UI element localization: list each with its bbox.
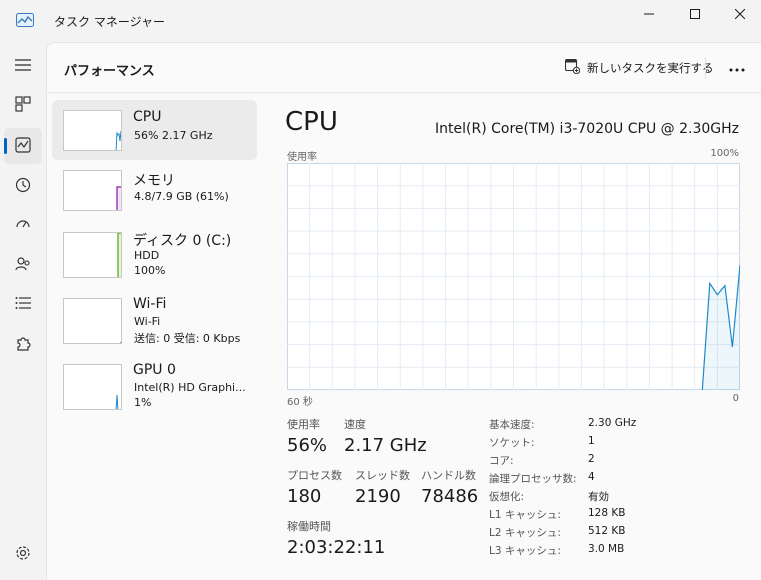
threads-label: スレッド数 (355, 469, 410, 482)
threads-value: 2190 (355, 486, 401, 507)
spec-l1-cache-value: 128 KB (588, 507, 626, 519)
more-icon (729, 61, 745, 75)
gear-icon (15, 545, 31, 564)
device-wifi[interactable]: Wi-Fi Wi-Fi 送信: 0 受信: 0 Kbps (52, 294, 257, 354)
spec-logical-processors-value: 4 (588, 471, 595, 483)
device-type: HDD (134, 249, 160, 262)
device-name: Wi-Fi (133, 296, 167, 312)
hamburger-menu-button[interactable] (4, 48, 42, 84)
usage-value: 56% (287, 435, 328, 456)
processes-icon (15, 95, 31, 115)
disk-thumbnail (63, 232, 122, 278)
active-indicator (4, 138, 7, 154)
nav-app-history[interactable] (4, 168, 42, 204)
device-model: Intel(R) HD Graphi... (134, 381, 246, 394)
graph-label: 使用率 (287, 152, 317, 163)
nav-performance[interactable] (4, 128, 42, 164)
window-title: タスク マネージャー (54, 15, 165, 29)
uptime-value: 2:03:22:11 (287, 537, 386, 558)
cpu-model: Intel(R) Core(TM) i3-7020U CPU @ 2.30GHz (435, 121, 739, 137)
spec-sockets-key: ソケット: (489, 437, 535, 449)
spec-l3-cache-key: L3 キャッシュ: (489, 545, 561, 557)
detail-title: CPU (285, 107, 338, 137)
processes-label: プロセス数 (287, 469, 342, 482)
close-button[interactable] (717, 0, 761, 28)
hamburger-icon (15, 58, 31, 75)
device-gpu[interactable]: GPU 0 Intel(R) HD Graphi... 1% (52, 360, 257, 420)
run-new-task-button[interactable]: 新しいタスクを実行する (564, 56, 714, 80)
maximize-button[interactable] (672, 0, 718, 28)
speed-value: 2.17 GHz (344, 435, 427, 456)
spec-base-speed-key: 基本速度: (489, 419, 535, 431)
device-stats: 4.8/7.9 GB (61%) (134, 190, 229, 203)
spec-logical-processors-key: 論理プロセッサ数: (489, 473, 577, 485)
graph-max-label: 100% (710, 148, 739, 159)
performance-icon (15, 136, 31, 156)
spec-l2-cache-key: L2 キャッシュ: (489, 527, 561, 539)
spec-virtualization-value: 有効 (588, 491, 609, 503)
nav-settings[interactable] (4, 536, 42, 572)
handles-label: ハンドル数 (421, 469, 476, 482)
spec-l3-cache-value: 3.0 MB (588, 543, 625, 555)
more-options-button[interactable] (721, 56, 753, 80)
device-cpu[interactable]: CPU 56% 2.17 GHz (52, 100, 257, 160)
run-new-task-label: 新しいタスクを実行する (587, 61, 714, 75)
device-name: メモリ (133, 173, 175, 189)
startup-icon (15, 216, 31, 235)
spec-cores-key: コア: (489, 455, 514, 467)
page-title: パフォーマンス (64, 64, 155, 79)
page-header: パフォーマンス 新しいタスクを実行する (47, 43, 761, 93)
spec-sockets-value: 1 (588, 435, 595, 447)
device-name: CPU (133, 109, 162, 125)
usage-label: 使用率 (287, 418, 320, 431)
handles-value: 78486 (421, 486, 479, 507)
device-adapter: Wi-Fi (134, 315, 161, 328)
cpu-thumbnail (63, 110, 122, 151)
memory-thumbnail (63, 170, 122, 211)
device-name: GPU 0 (133, 362, 176, 378)
minimize-button[interactable] (626, 0, 672, 28)
cpu-usage-graph (287, 163, 740, 390)
processes-value: 180 (287, 486, 322, 507)
nav-rail (0, 42, 46, 580)
spec-base-speed-value: 2.30 GHz (588, 417, 637, 429)
task-manager-app-icon (16, 13, 34, 27)
device-memory[interactable]: メモリ 4.8/7.9 GB (61%) (52, 166, 257, 226)
uptime-label: 稼働時間 (287, 520, 331, 533)
speed-label: 速度 (344, 418, 366, 431)
wifi-thumbnail (63, 298, 122, 344)
nav-startup-apps[interactable] (4, 207, 42, 243)
new-task-icon (564, 58, 581, 77)
title-bar: タスク マネージャー (0, 0, 761, 42)
puzzle-icon (15, 336, 31, 355)
nav-services[interactable] (4, 327, 42, 363)
history-icon (15, 177, 31, 196)
graph-time-label: 60 秒 (287, 397, 313, 408)
nav-processes[interactable] (4, 87, 42, 123)
spec-l2-cache-value: 512 KB (588, 525, 626, 537)
graph-grid (287, 163, 740, 390)
content-area: パフォーマンス 新しいタスクを実行する CPU 56% 2.17 GHz メモリ… (46, 42, 761, 580)
device-stats: 100% (134, 264, 166, 277)
list-icon (15, 296, 31, 313)
graph-min-label: 0 (732, 393, 739, 404)
device-disk[interactable]: ディスク 0 (C:) HDD 100% (52, 228, 257, 288)
spec-cores-value: 2 (588, 453, 595, 465)
device-stats: 送信: 0 受信: 0 Kbps (134, 332, 241, 345)
device-stats: 1% (134, 396, 152, 409)
nav-details[interactable] (4, 286, 42, 322)
header-divider (705, 57, 706, 79)
nav-users[interactable] (4, 247, 42, 283)
gpu-thumbnail (63, 364, 122, 410)
spec-l1-cache-key: L1 キャッシュ: (489, 509, 561, 521)
users-icon (15, 256, 31, 275)
device-stats: 56% 2.17 GHz (134, 129, 213, 142)
device-name: ディスク 0 (C:) (133, 233, 232, 249)
spec-virtualization-key: 仮想化: (489, 491, 525, 503)
